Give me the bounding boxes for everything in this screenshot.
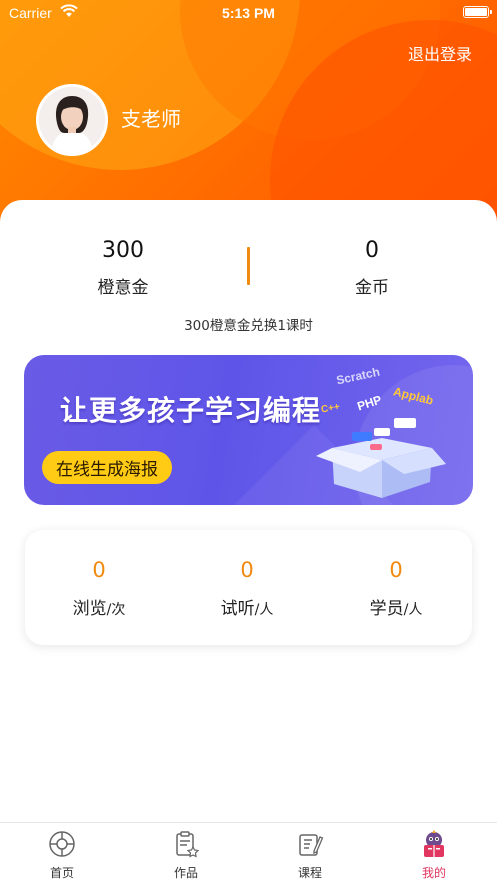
trial-unit: /人 [254, 602, 274, 618]
trial-value: 0 [240, 558, 254, 582]
tab-works[interactable]: 作品 [151, 829, 221, 881]
generate-poster-button[interactable]: 在线生成海报 [42, 451, 172, 484]
orange-coin-value: 300 [102, 238, 144, 263]
gold-coin-label: 金币 [355, 278, 389, 298]
bottom-tab-bar: 首页 作品 课程 我的 [0, 822, 497, 883]
gift-box-illustration-icon [316, 418, 446, 498]
clock: 5:13 PM [222, 5, 275, 21]
tab-home[interactable]: 首页 [27, 829, 97, 881]
tab-home-label: 首页 [49, 866, 74, 880]
tab-courses[interactable]: 课程 [275, 829, 345, 881]
home-icon [49, 831, 75, 857]
avatar-portrait-icon [39, 87, 105, 153]
students-counter[interactable]: 0 学员/人 [326, 558, 466, 619]
logout-button[interactable]: 退出登录 [408, 41, 472, 65]
banner-tag-scratch: Scratch [335, 364, 382, 388]
trial-label: 试听/人 [177, 594, 317, 619]
statistics-card: 0 浏览/次 0 试听/人 0 学员/人 [25, 530, 472, 645]
tab-works-label: 作品 [173, 866, 198, 880]
gold-coin-value: 0 [365, 238, 379, 263]
views-label-text: 浏览 [72, 599, 107, 619]
battery-icon [463, 6, 492, 18]
trial-label-text: 试听 [220, 599, 255, 619]
user-name: 支老师 [121, 107, 181, 131]
students-label-text: 学员 [369, 599, 404, 619]
profile-icon [424, 830, 444, 857]
orange-coin-label: 橙意金 [97, 278, 149, 298]
students-unit: /人 [403, 602, 423, 618]
works-icon [176, 831, 200, 858]
orange-coin-stat[interactable]: 300 橙意金 [43, 238, 203, 298]
course-icon [299, 834, 324, 856]
tab-profile[interactable]: 我的 [399, 829, 469, 881]
trial-counter[interactable]: 0 试听/人 [177, 558, 317, 619]
tab-profile-label: 我的 [421, 866, 446, 880]
students-value: 0 [389, 558, 403, 582]
avatar[interactable] [36, 84, 108, 156]
stat-divider [247, 247, 250, 285]
poster-banner[interactable]: 让更多孩子学习编程 Scratch Applab PHP C++ 在线生成海报 [24, 355, 473, 505]
views-counter[interactable]: 0 浏览/次 [29, 558, 169, 619]
views-unit: /次 [106, 602, 126, 618]
students-label: 学员/人 [326, 594, 466, 619]
tab-courses-label: 课程 [297, 866, 322, 880]
views-value: 0 [92, 558, 106, 582]
gold-coin-stat[interactable]: 0 金币 [292, 238, 452, 298]
banner-title: 让更多孩子学习编程 [60, 394, 322, 427]
views-label: 浏览/次 [29, 594, 169, 619]
exchange-note: 300橙意金兑换1课时 [184, 318, 313, 334]
status-bar: Carrier 5:13 PM [0, 0, 497, 26]
